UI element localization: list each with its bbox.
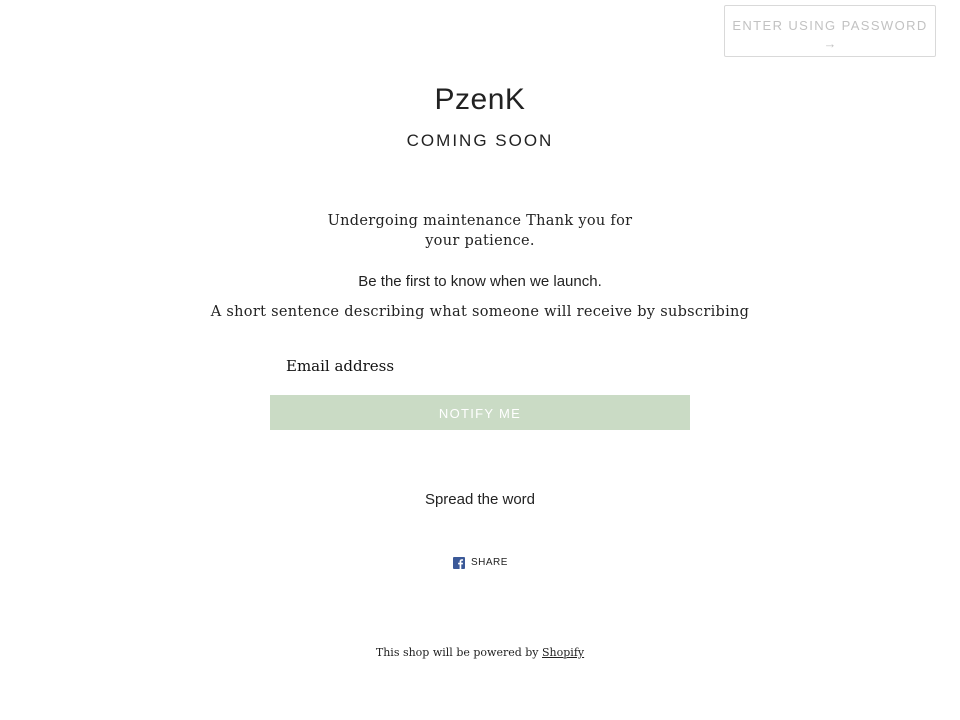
footer-text: This shop will be powered by [375, 646, 539, 659]
facebook-icon [453, 556, 465, 569]
coming-soon-heading: COMING SOON [406, 131, 554, 150]
arrow-right-icon: → [823, 35, 837, 51]
spread-the-word-heading: Spread the word [424, 491, 536, 508]
shop-title: PzenK [434, 83, 526, 116]
facebook-share-link[interactable]: SHARE [453, 555, 508, 569]
email-input[interactable] [270, 348, 690, 384]
share-label: SHARE [471, 556, 508, 568]
notify-me-button[interactable]: NOTIFY ME [270, 395, 690, 430]
newsletter-description: A short sentence describing what someone… [210, 304, 750, 320]
newsletter-heading: Be the first to know when we launch. [358, 273, 602, 290]
shopify-link[interactable]: Shopify [542, 646, 584, 659]
footer-powered-by: This shop will be powered by Shopify [0, 645, 960, 661]
maintenance-message: Undergoing maintenance Thank you for you… [327, 213, 633, 249]
enter-using-password-button[interactable]: ENTER USING PASSWORD → [724, 5, 936, 57]
password-button-label: ENTER USING PASSWORD [732, 17, 928, 33]
